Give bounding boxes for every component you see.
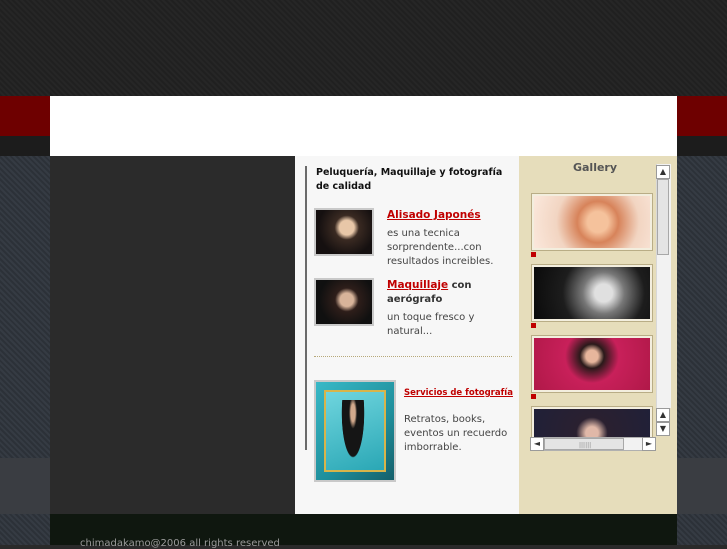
portrait-photo-icon: [316, 280, 372, 324]
scroll-right-button[interactable]: ►: [642, 437, 656, 451]
gallery-thumb-4[interactable]: [531, 406, 653, 438]
portrait-photo-icon: [316, 210, 372, 254]
scroll-left-button[interactable]: ◄: [530, 437, 544, 451]
alisado-thumbnail[interactable]: [314, 208, 374, 256]
content-divider: [305, 166, 307, 450]
service-item-maquillaje: Maquillaje con aerógrafo un toque fresco…: [314, 278, 514, 338]
gallery-photo-icon: [534, 196, 650, 248]
service-item-text: Alisado Japonés es una tecnica sorprende…: [387, 208, 517, 269]
header-banner: [50, 96, 677, 156]
service-item-text: Maquillaje con aerógrafo un toque fresco…: [387, 278, 517, 339]
gallery-thumb-2[interactable]: [531, 264, 653, 322]
alisado-description: es una tecnica sorprendente...con result…: [387, 228, 494, 267]
portrait-figure-icon: [340, 400, 366, 464]
dotted-separator: [314, 356, 512, 357]
gallery-dot-icon: [531, 394, 536, 399]
gallery-photo-icon: [534, 267, 650, 319]
horizontal-scroll-thumb[interactable]: ||||||: [544, 438, 624, 450]
fotografia-link[interactable]: Servicios de fotografía: [404, 388, 513, 398]
gallery-dot-icon: [531, 323, 536, 328]
scroll-up-button[interactable]: ▲: [656, 165, 670, 179]
content-heading: Peluquería, Maquillaje y fotografía de c…: [316, 167, 503, 192]
footer-copyright: chimadakamo@2006 all rights reserved: [80, 538, 280, 549]
scroll-grip-icon: ||||||: [579, 442, 592, 449]
maquillaje-description: un toque fresco y natural...: [387, 312, 475, 337]
gallery-title: Gallery: [572, 161, 618, 174]
maquillaje-thumbnail[interactable]: [314, 278, 374, 326]
alisado-link[interactable]: Alisado Japonés: [387, 209, 481, 221]
left-panel: [50, 156, 295, 514]
gallery-panel: Gallery: [519, 156, 677, 514]
scroll-down-button-2[interactable]: ▼: [656, 422, 670, 436]
main-content: Peluquería, Maquillaje y fotografía de c…: [295, 156, 519, 514]
fotografia-text: Servicios de fotografía Retratos, books,…: [404, 380, 516, 455]
service-item-alisado: Alisado Japonés es una tecnica sorprende…: [314, 208, 514, 268]
gallery-thumb-3[interactable]: [531, 335, 653, 393]
background-top: [0, 0, 727, 96]
gallery-thumb-1[interactable]: [531, 193, 653, 251]
fotografia-description: Retratos, books, eventos un recuerdo imb…: [404, 414, 508, 453]
vertical-scroll-thumb[interactable]: [657, 179, 669, 255]
footer: chimadakamo@2006 all rights reserved: [50, 514, 677, 549]
gallery-photo-icon: [534, 409, 650, 437]
gallery-dot-icon: [531, 252, 536, 257]
maquillaje-link[interactable]: Maquillaje: [387, 279, 448, 291]
scroll-down-button[interactable]: ▲: [656, 408, 670, 422]
gallery-photo-icon: [534, 338, 650, 390]
fotografia-thumbnail[interactable]: [314, 380, 396, 482]
